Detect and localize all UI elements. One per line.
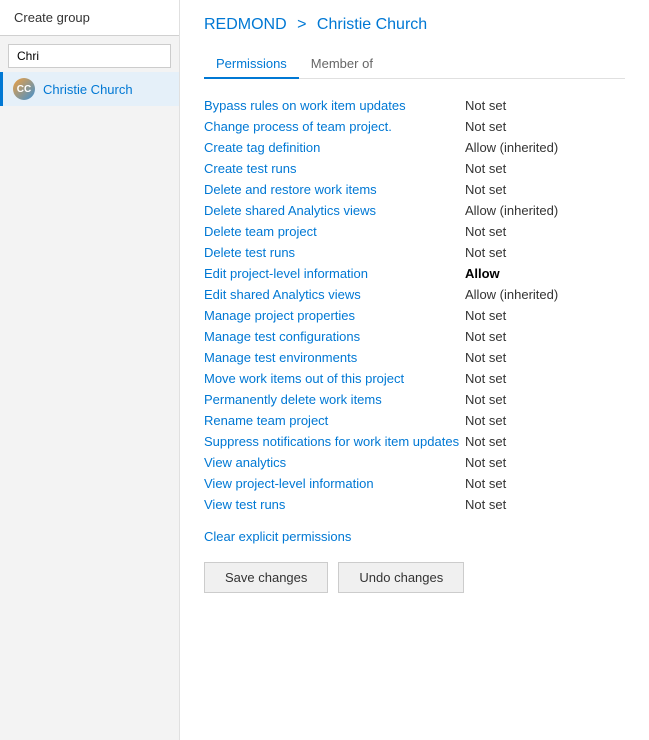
table-row: Create test runsNot set <box>204 158 625 179</box>
table-row: Suppress notifications for work item upd… <box>204 431 625 452</box>
table-row: Manage test environmentsNot set <box>204 347 625 368</box>
permission-value: Not set <box>465 392 625 407</box>
avatar: CC <box>13 78 35 100</box>
permission-name[interactable]: Create test runs <box>204 161 465 176</box>
permission-name[interactable]: Delete shared Analytics views <box>204 203 465 218</box>
tab-member-of[interactable]: Member of <box>299 50 385 79</box>
permission-name[interactable]: Edit shared Analytics views <box>204 287 465 302</box>
permission-name[interactable]: Delete and restore work items <box>204 182 465 197</box>
permission-value: Not set <box>465 413 625 428</box>
permission-name[interactable]: Delete test runs <box>204 245 465 260</box>
permission-name[interactable]: Rename team project <box>204 413 465 428</box>
permission-value: Not set <box>465 161 625 176</box>
table-row: Manage project propertiesNot set <box>204 305 625 326</box>
save-changes-button[interactable]: Save changes <box>204 562 328 593</box>
permission-value: Not set <box>465 434 625 449</box>
table-row: Create tag definitionAllow (inherited) <box>204 137 625 158</box>
table-row: View analyticsNot set <box>204 452 625 473</box>
create-group-button[interactable]: Create group <box>0 0 179 36</box>
tab-permissions[interactable]: Permissions <box>204 50 299 79</box>
permission-name[interactable]: Permanently delete work items <box>204 392 465 407</box>
table-row: Delete test runsNot set <box>204 242 625 263</box>
sidebar-item-label: Christie Church <box>43 82 133 97</box>
permission-name[interactable]: Move work items out of this project <box>204 371 465 386</box>
permission-value: Not set <box>465 98 625 113</box>
sidebar-item-christie-church[interactable]: CC Christie Church <box>0 72 179 106</box>
permission-name[interactable]: Bypass rules on work item updates <box>204 98 465 113</box>
permissions-table: Bypass rules on work item updatesNot set… <box>204 95 625 515</box>
permission-name[interactable]: Suppress notifications for work item upd… <box>204 434 465 449</box>
permission-value: Not set <box>465 329 625 344</box>
permission-value: Not set <box>465 476 625 491</box>
clear-explicit-permissions-link[interactable]: Clear explicit permissions <box>204 529 351 544</box>
permission-name[interactable]: Edit project-level information <box>204 266 465 281</box>
table-row: Rename team projectNot set <box>204 410 625 431</box>
permission-value: Not set <box>465 455 625 470</box>
permission-value: Not set <box>465 350 625 365</box>
table-row: Delete team projectNot set <box>204 221 625 242</box>
table-row: View test runsNot set <box>204 494 625 515</box>
tabs: Permissions Member of <box>204 50 625 79</box>
permission-name[interactable]: View analytics <box>204 455 465 470</box>
permission-value: Allow (inherited) <box>465 287 625 302</box>
permission-name[interactable]: Manage project properties <box>204 308 465 323</box>
permission-value: Not set <box>465 119 625 134</box>
permission-name[interactable]: Manage test configurations <box>204 329 465 344</box>
permission-value: Allow <box>465 266 625 281</box>
search-box <box>8 44 171 68</box>
permission-value: Not set <box>465 308 625 323</box>
table-row: View project-level informationNot set <box>204 473 625 494</box>
permission-value: Not set <box>465 224 625 239</box>
permission-value: Not set <box>465 497 625 512</box>
permission-name[interactable]: View project-level information <box>204 476 465 491</box>
table-row: Delete shared Analytics viewsAllow (inhe… <box>204 200 625 221</box>
breadcrumb-org: REDMOND <box>204 16 287 33</box>
sidebar: Create group CC Christie Church <box>0 0 180 740</box>
permission-value: Not set <box>465 371 625 386</box>
permission-name[interactable]: Change process of team project. <box>204 119 465 134</box>
table-row: Edit shared Analytics viewsAllow (inheri… <box>204 284 625 305</box>
permission-value: Allow (inherited) <box>465 203 625 218</box>
main-content: REDMOND > Christie Church Permissions Me… <box>180 0 649 740</box>
table-row: Move work items out of this projectNot s… <box>204 368 625 389</box>
permission-value: Not set <box>465 182 625 197</box>
permission-value: Not set <box>465 245 625 260</box>
breadcrumb-sep: > <box>297 16 311 33</box>
table-row: Manage test configurationsNot set <box>204 326 625 347</box>
button-row: Save changes Undo changes <box>204 562 625 593</box>
table-row: Change process of team project.Not set <box>204 116 625 137</box>
breadcrumb: REDMOND > Christie Church <box>204 16 625 34</box>
search-input[interactable] <box>8 44 171 68</box>
breadcrumb-name: Christie Church <box>317 16 427 33</box>
permission-name[interactable]: Manage test environments <box>204 350 465 365</box>
table-row: Delete and restore work itemsNot set <box>204 179 625 200</box>
table-row: Bypass rules on work item updatesNot set <box>204 95 625 116</box>
permission-name[interactable]: Create tag definition <box>204 140 465 155</box>
undo-changes-button[interactable]: Undo changes <box>338 562 464 593</box>
table-row: Permanently delete work itemsNot set <box>204 389 625 410</box>
permission-value: Allow (inherited) <box>465 140 625 155</box>
permission-name[interactable]: View test runs <box>204 497 465 512</box>
permission-name[interactable]: Delete team project <box>204 224 465 239</box>
table-row: Edit project-level informationAllow <box>204 263 625 284</box>
